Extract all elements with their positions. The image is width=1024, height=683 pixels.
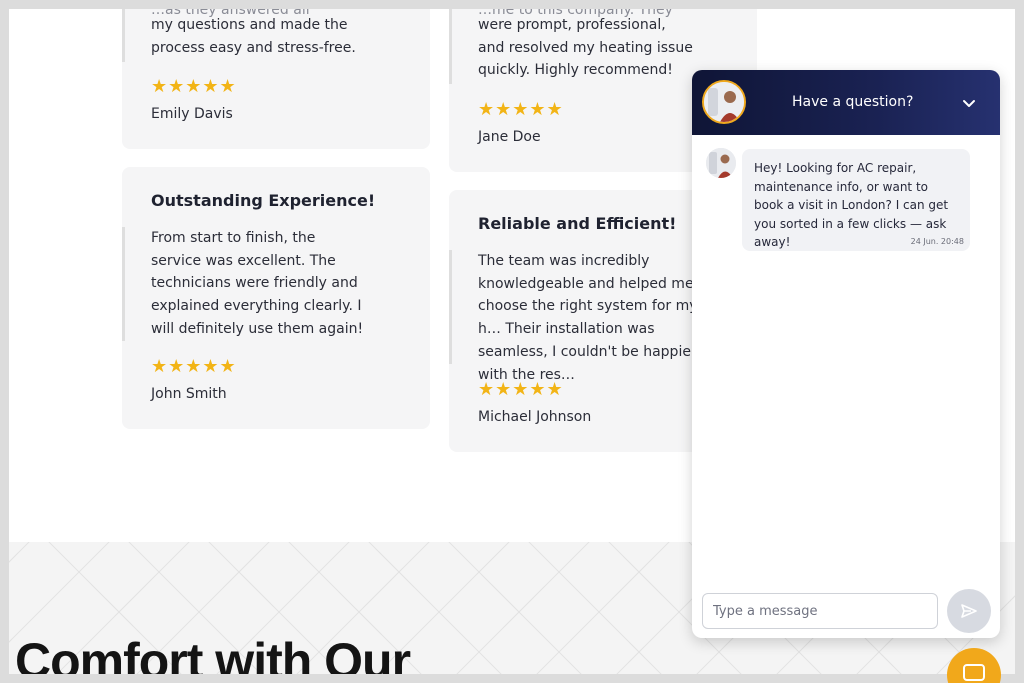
chevron-down-icon[interactable] xyxy=(960,94,978,112)
review-title: Outstanding Experience! xyxy=(151,191,376,210)
star-rating: ★★★★★ xyxy=(151,356,237,377)
chat-message-bubble: Hey! Looking for AC repair, maintenance … xyxy=(742,149,970,251)
review-card: …as they answered all my questions and m… xyxy=(122,9,430,149)
page-content: …as they answered all my questions and m… xyxy=(9,9,1015,674)
quote-line xyxy=(449,250,452,364)
chat-launcher-icon xyxy=(963,664,985,681)
review-author: Jane Doe xyxy=(478,129,541,145)
chat-title: Have a question? xyxy=(792,94,914,110)
star-rating: ★★★★★ xyxy=(478,99,564,120)
review-text: The team was incredibly knowledgeable an… xyxy=(478,253,698,383)
review-author: John Smith xyxy=(151,386,227,402)
star-rating: ★★★★★ xyxy=(151,76,237,97)
review-title: Reliable and Efficient! xyxy=(478,214,677,233)
quote-line xyxy=(122,9,125,62)
chat-launcher-button[interactable] xyxy=(947,648,1001,683)
quote-line xyxy=(449,9,452,84)
send-icon xyxy=(961,604,977,618)
review-author: Michael Johnson xyxy=(478,409,592,425)
message-input[interactable] xyxy=(702,593,938,629)
agent-avatar xyxy=(702,80,746,124)
review-card: Outstanding Experience! From start to fi… xyxy=(122,167,430,429)
chat-message-time: 24 Jun. 20:48 xyxy=(910,237,964,246)
chat-widget: Have a question? Hey! Looking for AC rep… xyxy=(692,70,1000,638)
review-text: From start to finish, the service was ex… xyxy=(151,230,364,337)
send-button[interactable] xyxy=(947,589,991,633)
star-rating: ★★★★★ xyxy=(478,379,564,400)
review-text: my questions and made the process easy a… xyxy=(151,17,356,56)
quote-line xyxy=(122,227,125,341)
review-author: Emily Davis xyxy=(151,106,233,122)
section-heading: Comfort with Our xyxy=(15,633,411,674)
review-text: were prompt, professional, and resolved … xyxy=(478,17,693,79)
chat-header[interactable]: Have a question? xyxy=(692,70,1000,135)
message-avatar xyxy=(706,148,736,178)
